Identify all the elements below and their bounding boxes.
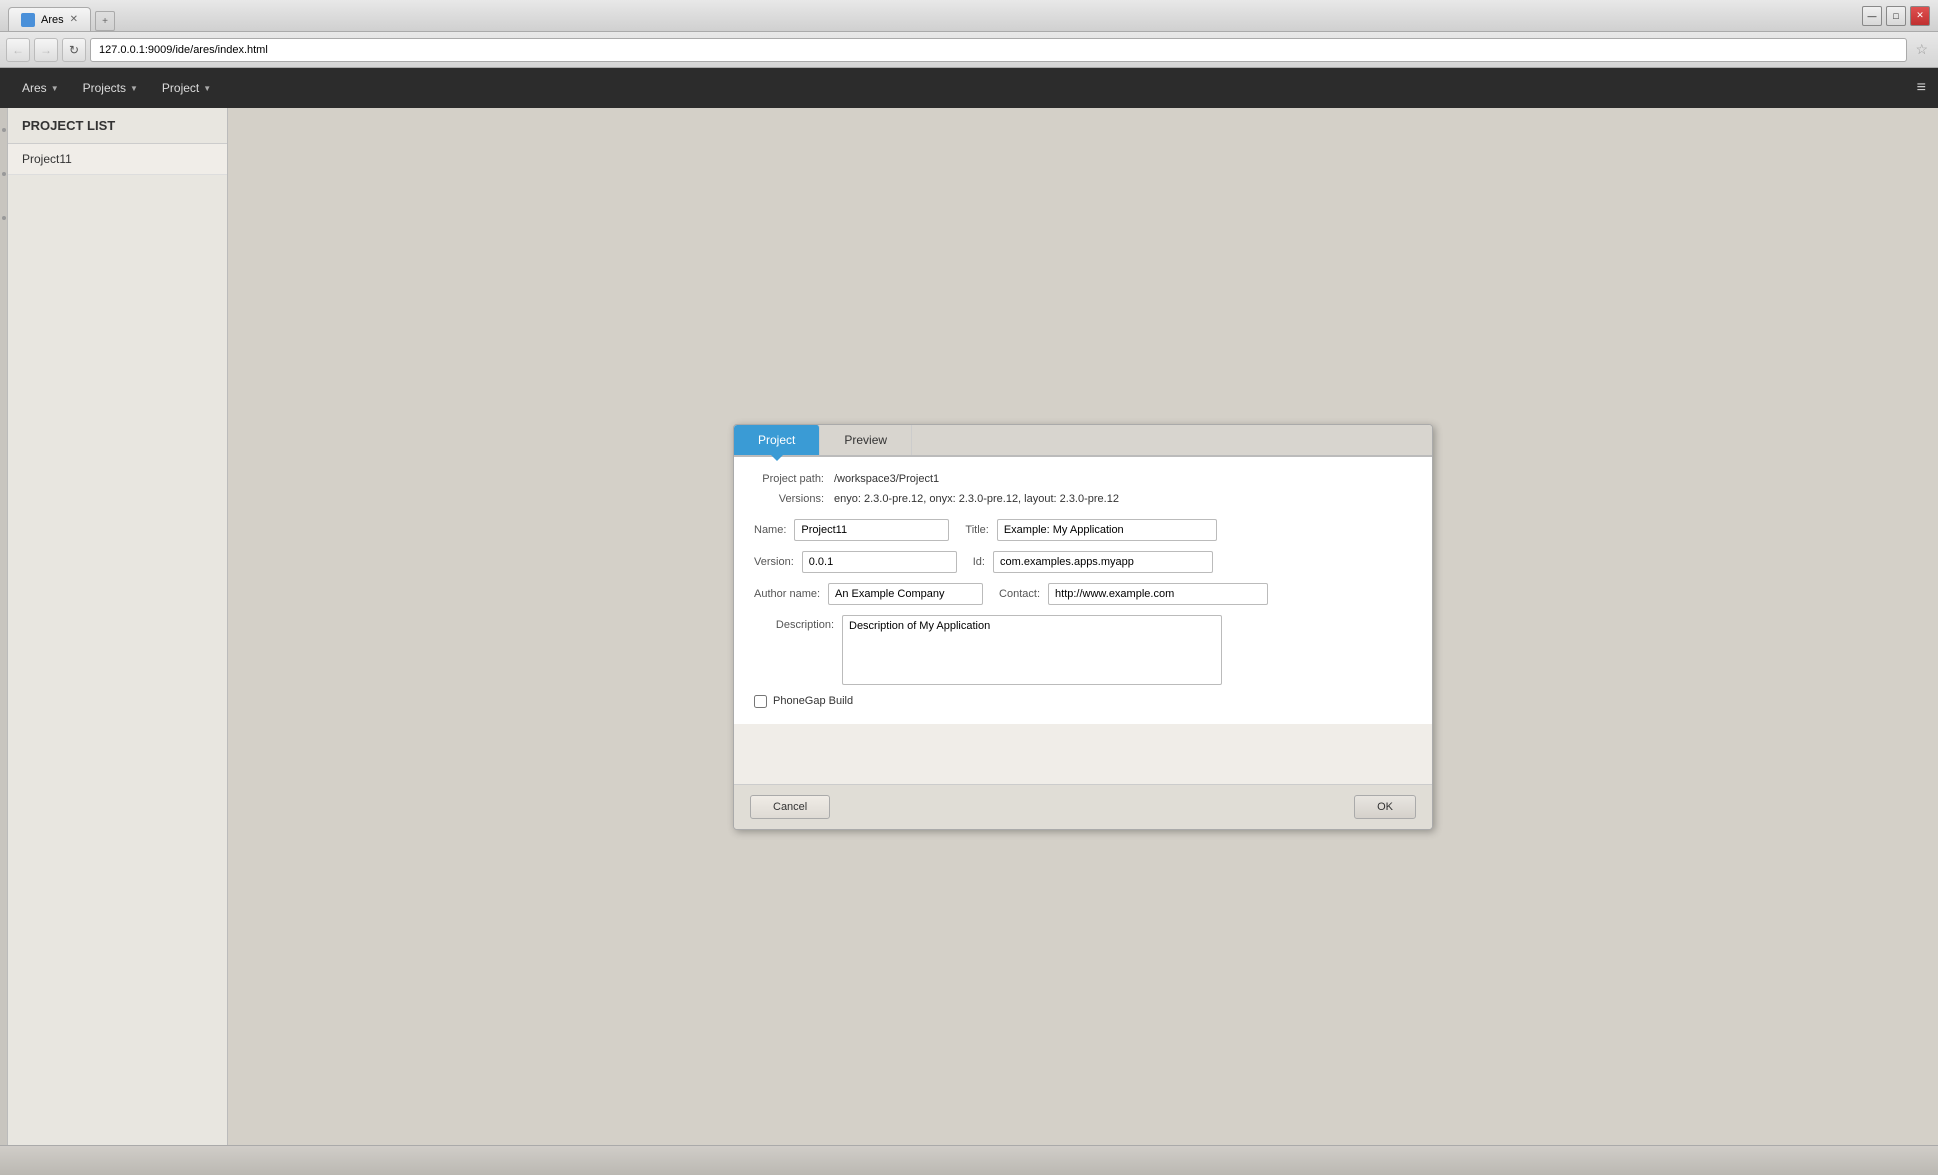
ares-menu[interactable]: Ares ▼ (12, 77, 69, 99)
sidebar-header: PROJECT LIST (8, 108, 227, 144)
forward-button[interactable]: → (34, 38, 58, 62)
version-input[interactable] (802, 551, 957, 573)
projects-menu[interactable]: Projects ▼ (73, 77, 148, 99)
new-tab-button[interactable]: + (95, 11, 115, 31)
form-row-version-id: Version: Id: (754, 551, 1412, 573)
tab-preview[interactable]: Preview (820, 425, 912, 455)
close-button[interactable]: ✕ (1910, 6, 1930, 26)
description-label: Description: (754, 615, 834, 631)
phonegap-checkbox[interactable] (754, 695, 767, 708)
id-group: Id: (973, 551, 1213, 573)
app-toolbar: Ares ▼ Projects ▼ Project ▼ ≡ (0, 68, 1938, 108)
versions-value: enyo: 2.3.0-pre.12, onyx: 2.3.0-pre.12, … (834, 493, 1119, 505)
form-section: Name: Title: Version: (754, 519, 1412, 708)
cancel-button[interactable]: Cancel (750, 795, 830, 819)
tab-favicon (21, 13, 35, 27)
phonegap-label: PhoneGap Build (773, 695, 853, 707)
project-menu-label: Project (162, 81, 199, 95)
dialog-tab-bar: Project Preview (734, 425, 1432, 457)
id-label: Id: (973, 556, 985, 568)
browser-tab[interactable]: Ares ✕ (8, 7, 91, 31)
project-menu[interactable]: Project ▼ (152, 77, 221, 99)
dialog-footer: Cancel OK (734, 784, 1432, 829)
browser-titlebar: Ares ✕ + — □ ✕ (0, 0, 1938, 32)
navigation-bar: ← → ↻ ☆ (0, 32, 1938, 68)
ok-button[interactable]: OK (1354, 795, 1416, 819)
dialog-overlay: Project Preview Project path: /workspace… (228, 108, 1938, 1145)
phonegap-row: PhoneGap Build (754, 695, 1412, 708)
project-path-label: Project path: (754, 473, 834, 485)
version-group: Version: (754, 551, 957, 573)
ares-menu-arrow-icon: ▼ (51, 84, 59, 93)
description-textarea[interactable]: Description of My Application (842, 615, 1222, 685)
edge-dot-3 (2, 216, 6, 220)
projects-menu-arrow-icon: ▼ (130, 84, 138, 93)
tab-title: Ares (41, 14, 64, 26)
contact-label: Contact: (999, 588, 1040, 600)
ares-menu-label: Ares (22, 81, 47, 95)
projects-menu-label: Projects (83, 81, 126, 95)
author-name-input[interactable] (828, 583, 983, 605)
id-input[interactable] (993, 551, 1213, 573)
version-label: Version: (754, 556, 794, 568)
dialog-body: Project path: /workspace3/Project1 Versi… (734, 457, 1432, 724)
name-label: Name: (754, 524, 786, 536)
bookmark-star-icon[interactable]: ☆ (1911, 41, 1932, 58)
status-bar (0, 1145, 1938, 1175)
edge-dot-2 (2, 172, 6, 176)
sidebar-item-project11[interactable]: Project11 (8, 144, 227, 175)
project-path-value: /workspace3/Project1 (834, 473, 939, 485)
window-controls: — □ ✕ (1860, 6, 1930, 26)
form-row-author-contact: Author name: Contact: (754, 583, 1412, 605)
maximize-button[interactable]: □ (1886, 6, 1906, 26)
settings-icon[interactable]: ≡ (1917, 79, 1926, 97)
minimize-button[interactable]: — (1862, 6, 1882, 26)
contact-group: Contact: (999, 583, 1268, 605)
title-label: Title: (965, 524, 988, 536)
title-group: Title: (965, 519, 1216, 541)
versions-label: Versions: (754, 493, 834, 505)
left-edge (0, 108, 8, 1145)
content-area: Project Preview Project path: /workspace… (228, 108, 1938, 1145)
tab-close-button[interactable]: ✕ (70, 14, 78, 25)
project-dialog: Project Preview Project path: /workspace… (733, 424, 1433, 830)
form-row-name-title: Name: Title: (754, 519, 1412, 541)
tab-bar: Ares ✕ + (8, 0, 115, 31)
project-menu-arrow-icon: ▼ (203, 84, 211, 93)
address-bar[interactable] (90, 38, 1907, 62)
sidebar: PROJECT LIST Project11 (8, 108, 228, 1145)
tab-project[interactable]: Project (734, 425, 820, 455)
name-group: Name: (754, 519, 949, 541)
description-row: Description: Description of My Applicati… (754, 615, 1412, 685)
back-button[interactable]: ← (6, 38, 30, 62)
contact-input[interactable] (1048, 583, 1268, 605)
refresh-button[interactable]: ↻ (62, 38, 86, 62)
name-input[interactable] (794, 519, 949, 541)
versions-row: Versions: enyo: 2.3.0-pre.12, onyx: 2.3.… (754, 493, 1412, 505)
author-group: Author name: (754, 583, 983, 605)
title-input[interactable] (997, 519, 1217, 541)
edge-dot-1 (2, 128, 6, 132)
project-path-row: Project path: /workspace3/Project1 (754, 473, 1412, 485)
author-label: Author name: (754, 588, 820, 600)
